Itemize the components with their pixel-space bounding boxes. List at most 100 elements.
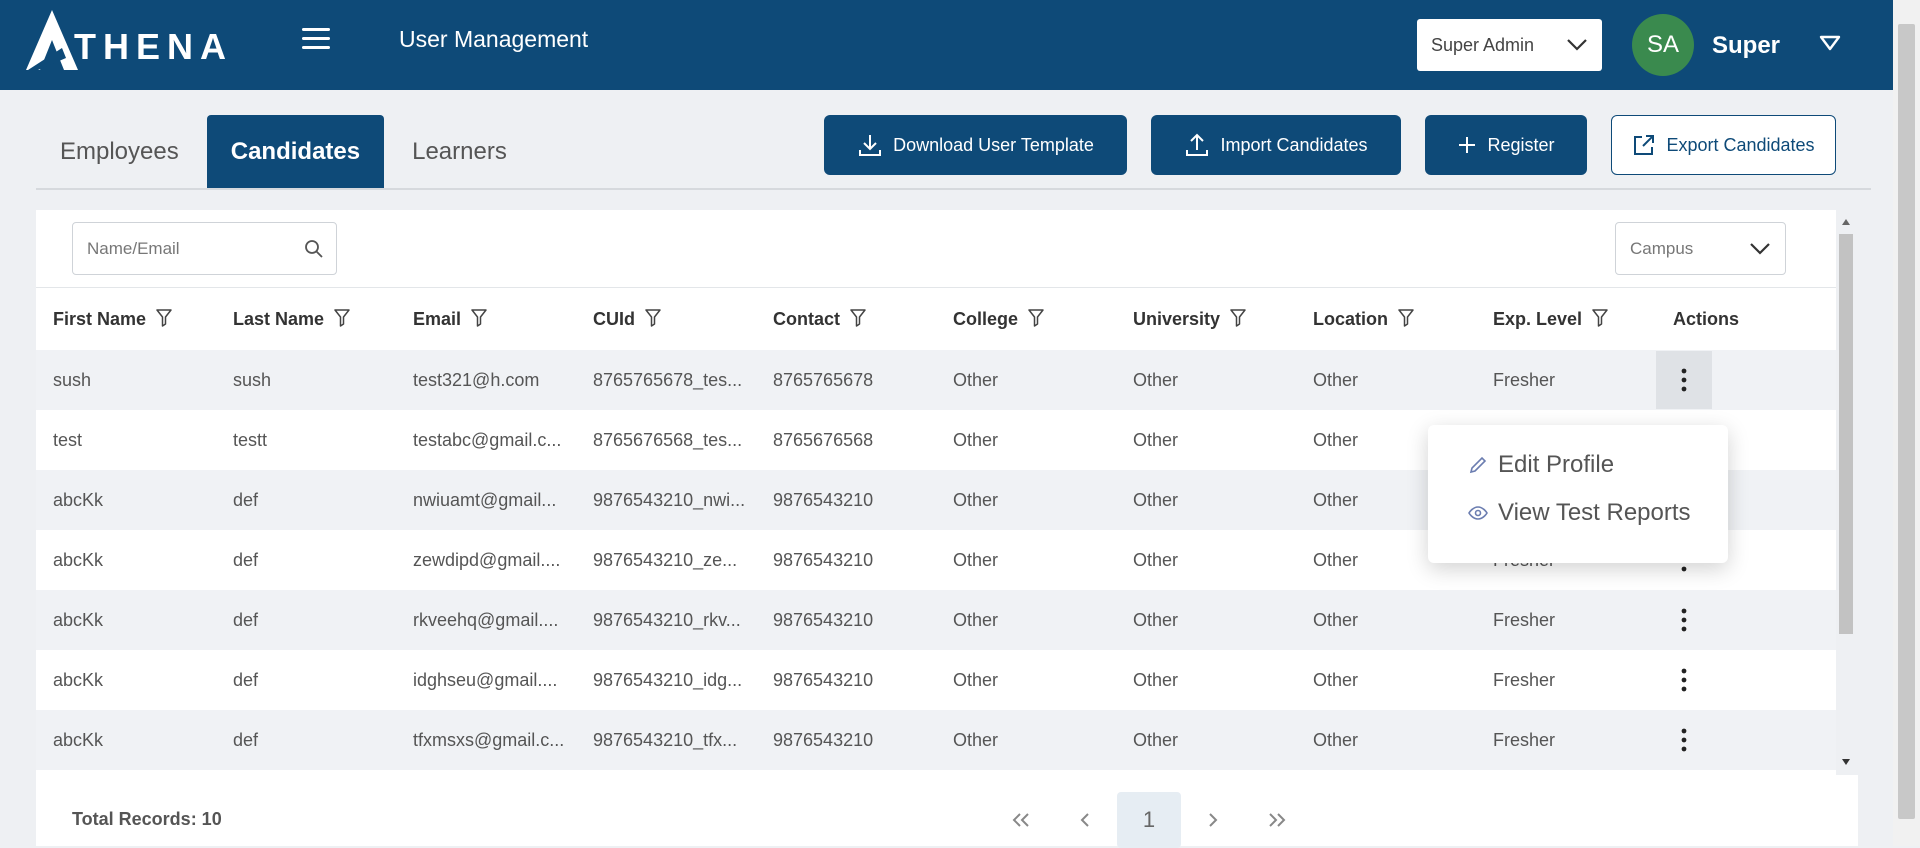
campus-select[interactable]: Campus [1615,222,1786,275]
table-cell: 9876543210 [773,549,874,570]
table-cell: 9876543210_idg... [593,669,743,690]
table-cell: Other [953,669,999,690]
search-box[interactable] [72,222,337,275]
eye-icon [1468,506,1488,520]
table-cell: 8765765678_tes... [576,350,756,410]
row-actions-button[interactable] [1656,351,1712,409]
column-header: Exp. Level [1476,288,1656,350]
user-menu-caret-icon[interactable] [1819,34,1841,52]
table-cell: 9876543210 [756,470,936,530]
table-cell: Other [1116,350,1296,410]
column-header: First Name [36,288,216,350]
search-icon[interactable] [304,239,324,259]
scroll-down-icon[interactable] [1841,758,1851,766]
table-cell: sush [36,350,216,410]
tab-employees[interactable]: Employees [36,115,203,189]
row-actions-button[interactable] [1656,651,1712,709]
table-cell: Other [936,590,1116,650]
download-template-label: Download User Template [893,134,1094,155]
column-header: Location [1296,288,1476,350]
table-row: sush sush test321@h.com 8765765678_tes... 87… [36,350,1836,410]
column-header-label: Contact [773,308,840,329]
more-vertical-icon [1681,728,1687,752]
column-header: Contact [756,288,936,350]
table-cell: Other [1133,549,1179,570]
row-actions-button[interactable] [1656,711,1712,769]
table-cell: def [233,669,259,690]
page-1-button[interactable]: 1 [1117,792,1181,848]
table-cell: Other [1116,710,1296,770]
row-actions-button[interactable] [1656,591,1712,649]
page-scrollbar[interactable] [1893,0,1920,846]
filter-icon[interactable] [850,308,866,327]
tab-candidates[interactable]: Candidates [206,115,385,189]
table-cell: sush [216,350,396,410]
filter-icon[interactable] [1398,308,1414,327]
user-name: Super [1712,32,1781,59]
table-cell: test321@h.com [396,350,576,410]
download-template-button[interactable]: Download User Template [824,115,1127,175]
next-page-button[interactable] [1181,792,1245,848]
table-cell: Other [953,429,999,450]
filter-icon[interactable] [1592,308,1608,327]
table-cell: 9876543210 [773,669,874,690]
table-cell: def [216,710,396,770]
table-cell: 8765676568 [773,429,874,450]
register-button[interactable]: Register [1425,115,1587,175]
logo-a-icon [26,10,78,70]
actions-cell [1656,650,1836,710]
column-header-label: Last Name [233,308,325,329]
more-vertical-icon [1681,608,1687,632]
table-cell: abcKk [36,470,216,530]
filter-icon[interactable] [471,308,487,327]
edit-profile-menu-item[interactable]: Edit Profile [1468,451,1614,479]
column-header: CUId [576,288,756,350]
table-cell: 9876543210 [756,590,936,650]
search-input[interactable] [85,237,279,260]
chevron-down-icon [1750,242,1770,255]
table-scrollbar[interactable] [1836,210,1856,770]
avatar[interactable]: SA [1632,14,1694,76]
column-header: Last Name [216,288,396,350]
page-scrollbar-thumb[interactable] [1898,24,1915,819]
filter-icon[interactable] [1230,308,1246,327]
filter-icon[interactable] [156,308,172,327]
double-chevron-right-icon [1269,813,1286,827]
first-page-button[interactable] [989,792,1053,848]
table-cell: def [216,470,396,530]
import-candidates-button[interactable]: Import Candidates [1151,115,1401,175]
filter-icon[interactable] [334,308,350,327]
chevron-right-icon [1209,813,1218,827]
table-cell: zewdipd@gmail.... [413,549,561,570]
export-candidates-button[interactable]: Export Candidates [1611,115,1836,175]
pagination: 1 [989,792,1309,848]
top-bar: THENA User Management Super Admin SA Sup… [0,0,1893,90]
column-header-label: Email [413,308,462,329]
scroll-up-icon[interactable] [1841,218,1851,226]
role-select[interactable]: Super Admin [1417,19,1602,71]
table-cell: Fresher [1476,590,1656,650]
table-row: abcKk def tfxmsxs@gmail.c... 9876543210_tfx… [36,710,1836,770]
table-cell: def [233,549,259,570]
table-cell: testabc@gmail.c... [413,429,562,450]
table-scrollbar-thumb[interactable] [1839,234,1853,634]
view-test-reports-menu-item[interactable]: View Test Reports [1468,499,1691,527]
register-label: Register [1487,134,1555,155]
upload-icon [1186,133,1209,156]
actions-cell [1656,350,1836,410]
previous-page-button[interactable] [1053,792,1117,848]
table-cell: 8765765678 [756,350,936,410]
filter-icon[interactable] [1028,308,1044,327]
total-records: Total Records: 10 [72,809,222,829]
view-test-reports-label: View Test Reports [1498,499,1691,526]
actions-cell [1656,590,1836,650]
table-cell: Other [936,710,1116,770]
table-cell: rkveehq@gmail.... [396,590,576,650]
column-header-label: Actions [1673,308,1740,329]
menu-toggle-icon[interactable] [302,28,330,50]
table-cell: abcKk [53,669,104,690]
athena-logo[interactable]: THENA [24,8,233,72]
tab-learners[interactable]: Learners [388,115,531,189]
last-page-button[interactable] [1245,792,1309,848]
filter-icon[interactable] [645,308,661,327]
